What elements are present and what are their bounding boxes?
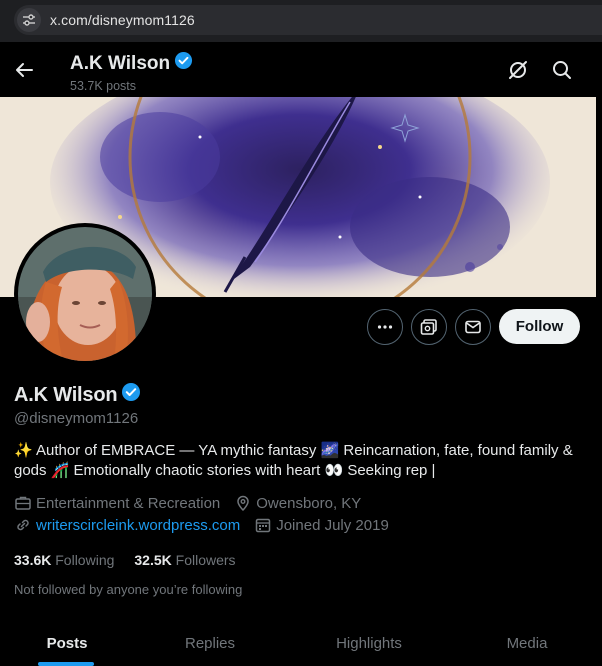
profile-name-text: A.K Wilson <box>14 383 118 406</box>
following-label: Following <box>55 552 115 568</box>
verified-badge-icon[interactable] <box>174 51 193 76</box>
more-button[interactable] <box>367 309 403 345</box>
tab-label: Media <box>506 635 548 652</box>
profile-name: A.K Wilson <box>14 382 141 408</box>
category-text: Entertainment & Recreation <box>36 494 221 512</box>
location-icon <box>237 495 250 512</box>
address-bar[interactable]: x.com/disneymom1126 <box>14 5 602 35</box>
url-text[interactable]: x.com/disneymom1126 <box>50 12 195 28</box>
tab-replies[interactable]: Replies <box>134 622 286 666</box>
profile-joined: Joined July 2019 <box>254 516 389 534</box>
following-link[interactable]: 33.6K Following <box>14 552 114 568</box>
not-followed-notice: Not followed by anyone you’re following <box>14 582 243 597</box>
link-icon <box>17 519 29 531</box>
tab-label: Highlights <box>336 635 402 652</box>
profile-meta-row: Entertainment & Recreation Owensboro, KY <box>14 494 375 512</box>
briefcase-icon <box>15 496 31 510</box>
subscribe-button[interactable] <box>411 309 447 345</box>
site-info-icon[interactable] <box>17 8 41 32</box>
tab-highlights[interactable]: Highlights <box>286 622 452 666</box>
tab-label: Replies <box>184 635 236 652</box>
header-post-count: 53.7K posts <box>70 79 137 93</box>
grok-icon[interactable] <box>506 58 530 82</box>
avatar-photo <box>18 227 152 361</box>
joined-text: Joined July 2019 <box>276 516 389 534</box>
browser-toolbar: x.com/disneymom1126 <box>0 0 602 42</box>
profile-meta-row-2: writerscircleink.wordpress.com Joined Ju… <box>14 516 403 534</box>
calendar-icon <box>255 518 271 533</box>
profile-category: Entertainment & Recreation <box>14 494 220 512</box>
website-link[interactable]: writerscircleink.wordpress.com <box>36 517 240 534</box>
message-icon <box>465 320 481 334</box>
header-name: A.K Wilson <box>70 51 193 76</box>
followers-label: Followers <box>175 552 236 568</box>
avatar[interactable] <box>14 223 156 365</box>
subscribe-icon <box>420 319 437 335</box>
message-button[interactable] <box>455 309 491 345</box>
profile-website[interactable]: writerscircleink.wordpress.com <box>14 516 240 534</box>
more-icon <box>377 325 393 329</box>
tab-media[interactable]: Media <box>452 622 602 666</box>
back-arrow-icon[interactable] <box>12 58 36 82</box>
verified-badge-icon[interactable] <box>121 382 141 408</box>
location-text: Owensboro, KY <box>256 494 362 512</box>
header-name-text: A.K Wilson <box>70 52 171 74</box>
search-icon[interactable] <box>550 58 574 82</box>
followers-link[interactable]: 32.5K Followers <box>134 552 235 568</box>
tab-posts[interactable]: Posts <box>0 622 134 666</box>
profile-location: Owensboro, KY <box>234 494 361 512</box>
profile-header-bar: A.K Wilson 53.7K posts <box>0 42 602 97</box>
follow-button[interactable]: Follow <box>499 309 580 344</box>
profile-tabs: Posts Replies Highlights Media <box>0 622 602 666</box>
profile-handle: @disneymom1126 <box>14 410 139 427</box>
following-count: 33.6K <box>14 552 52 568</box>
followers-count: 32.5K <box>134 552 172 568</box>
follow-stats: 33.6K Following 32.5K Followers <box>14 552 256 568</box>
profile-bio: ✨ Author of EMBRACE — YA mythic fantasy … <box>14 442 573 479</box>
active-tab-indicator <box>38 662 94 666</box>
